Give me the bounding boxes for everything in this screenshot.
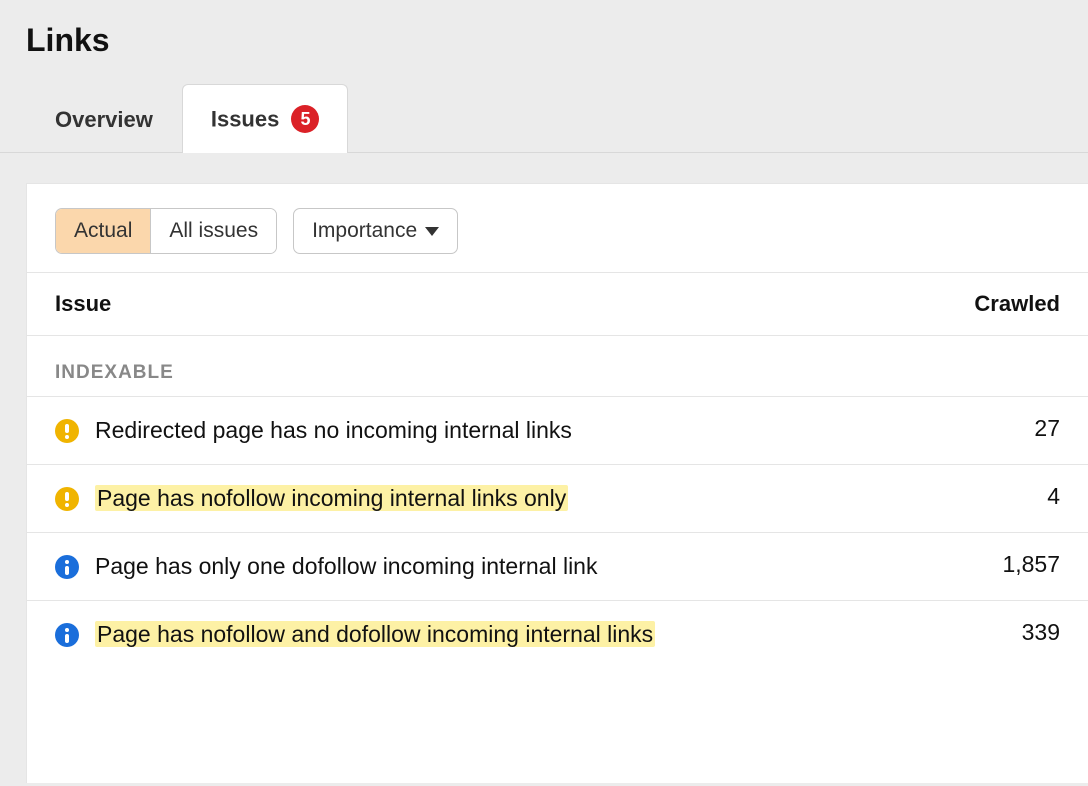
tab-overview[interactable]: Overview [26, 86, 182, 153]
crawled-count: 1,857 [930, 551, 1060, 578]
sort-dropdown[interactable]: Importance [293, 208, 458, 254]
column-header-issue[interactable]: Issue [55, 291, 850, 317]
group-label-indexable: INDEXABLE [27, 336, 1088, 397]
warning-icon [55, 419, 79, 443]
page-title: Links [0, 0, 1088, 67]
issues-panel: Actual All issues Importance Issue Crawl… [26, 183, 1088, 783]
chevron-down-icon [425, 227, 439, 236]
issue-text: Redirected page has no incoming internal… [95, 415, 914, 446]
issue-text: Page has nofollow and dofollow incoming … [95, 619, 914, 650]
warning-icon [55, 487, 79, 511]
tab-bar: Overview Issues 5 [0, 67, 1088, 153]
issues-count-badge: 5 [291, 105, 319, 133]
crawled-count: 339 [930, 619, 1060, 646]
column-header-crawled[interactable]: Crawled [850, 291, 1060, 317]
filter-actual-button[interactable]: Actual [56, 209, 150, 253]
crawled-count: 4 [930, 483, 1060, 510]
issue-text: Page has nofollow incoming internal link… [95, 483, 914, 514]
filter-segmented: Actual All issues [55, 208, 277, 254]
tab-issues[interactable]: Issues 5 [182, 84, 349, 153]
issue-row[interactable]: Page has nofollow incoming internal link… [27, 465, 1088, 533]
sort-label: Importance [312, 219, 417, 243]
tab-label: Overview [55, 107, 153, 132]
issue-row[interactable]: Page has nofollow and dofollow incoming … [27, 601, 1088, 668]
crawled-count: 27 [930, 415, 1060, 442]
info-icon [55, 555, 79, 579]
filters-bar: Actual All issues Importance [27, 184, 1088, 272]
filter-all-issues-button[interactable]: All issues [150, 209, 276, 253]
issue-row[interactable]: Page has only one dofollow incoming inte… [27, 533, 1088, 601]
info-icon [55, 623, 79, 647]
tab-label: Issues [211, 107, 280, 132]
issue-text: Page has only one dofollow incoming inte… [95, 551, 914, 582]
table-header: Issue Crawled [27, 272, 1088, 336]
issue-row[interactable]: Redirected page has no incoming internal… [27, 397, 1088, 465]
